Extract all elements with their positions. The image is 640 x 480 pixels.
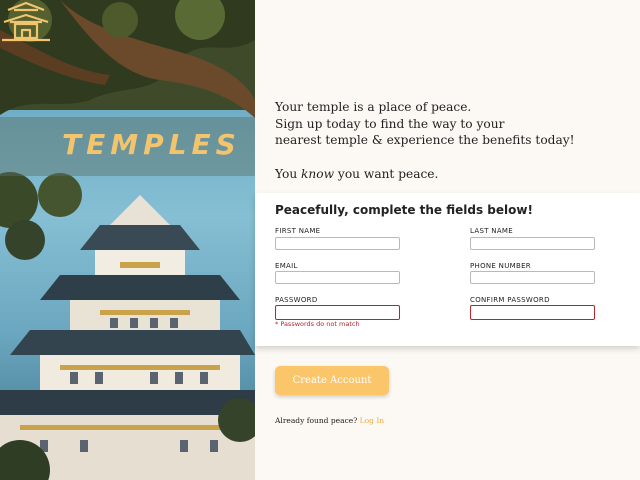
create-account-button[interactable]: Create Account <box>275 366 389 395</box>
tagline-post: you want peace. <box>334 166 439 181</box>
password-label: PASSWORD <box>275 296 318 304</box>
phone-field[interactable] <box>470 271 595 284</box>
login-link[interactable]: Log In <box>360 416 384 425</box>
login-prompt: Already found peace? Log In <box>275 416 384 425</box>
intro-tagline: You know you want peace. <box>275 166 625 183</box>
last-name-field[interactable] <box>470 237 595 250</box>
password-field[interactable] <box>275 305 400 320</box>
tagline-pre: You <box>275 166 302 181</box>
last-name-label: LAST NAME <box>470 227 513 235</box>
signup-form: Peacefully, complete the fields below! F… <box>255 193 640 346</box>
email-label: EMAIL <box>275 262 298 270</box>
confirm-password-field[interactable] <box>470 305 595 320</box>
intro-line: nearest temple & experience the benefits… <box>275 133 575 147</box>
password-error-message: * Passwords do not match <box>275 320 360 328</box>
hero-image: TEMPLES <box>0 0 255 480</box>
email-field[interactable] <box>275 271 400 284</box>
first-name-label: FIRST NAME <box>275 227 321 235</box>
first-name-field[interactable] <box>275 237 400 250</box>
form-title: Peacefully, complete the fields below! <box>275 203 533 217</box>
intro-line: Sign up today to find the way to your <box>275 116 505 131</box>
temple-photo <box>0 0 255 480</box>
confirm-password-label: CONFIRM PASSWORD <box>470 296 550 304</box>
login-prompt-text: Already found peace? <box>275 416 358 425</box>
tagline-emphasis: know <box>301 166 335 181</box>
pagoda-icon <box>2 1 50 42</box>
phone-label: PHONE NUMBER <box>470 262 531 270</box>
intro-line: Your temple is a place of peace. <box>275 100 472 114</box>
intro-text: Your temple is a place of peace. Sign up… <box>275 99 625 182</box>
brand-name: TEMPLES <box>62 128 241 161</box>
